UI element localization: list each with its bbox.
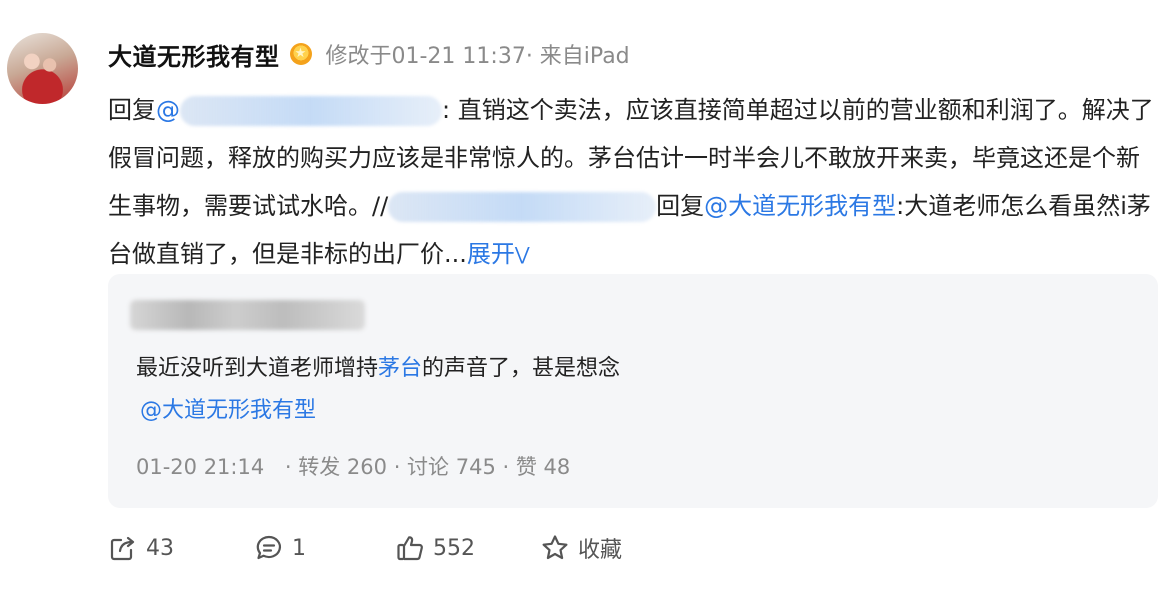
quoted-time: 01-20 21:14 xyxy=(136,455,265,479)
action-bar: 43 1 552 收藏 xyxy=(108,530,1158,566)
like-button[interactable]: 552 xyxy=(395,530,475,566)
vip-badge-icon xyxy=(289,43,312,65)
post-header: 大道无形我有型 修改于01-21 11:37· 来自iPad xyxy=(108,36,630,72)
share-icon xyxy=(110,536,135,561)
mention-link[interactable]: @大道无形我有型 xyxy=(704,192,896,220)
author-avatar[interactable] xyxy=(7,33,78,104)
post-meta: 修改于01-21 11:37· 来自iPad xyxy=(325,44,630,69)
redacted-username xyxy=(180,96,442,126)
comment-count: 1 xyxy=(292,535,306,561)
quote-mention-link[interactable]: @大道无形我有型 xyxy=(140,390,316,432)
reply-prefix: 回复 xyxy=(108,96,156,124)
favorite-button[interactable]: 收藏 xyxy=(540,530,622,566)
share-button[interactable]: 43 xyxy=(108,530,174,566)
like-icon xyxy=(397,536,423,561)
quoted-text: 最近没听到大道老师增持茅台的声音了，甚是想念 xyxy=(136,356,621,381)
redacted-username-2 xyxy=(388,192,657,222)
chevron-down-icon: ⋁ xyxy=(514,244,530,265)
quoted-post[interactable]: 最近没听到大道老师增持茅台的声音了，甚是想念 @大道无形我有型 01-20 21… xyxy=(108,274,1158,508)
share-count: 43 xyxy=(146,535,174,561)
reply-prefix-2: 回复 xyxy=(656,192,705,220)
comment-button[interactable]: 1 xyxy=(254,530,306,566)
quoted-stats: 01-20 21:14 · 转发 260 · 讨论 745 · 赞 48 xyxy=(136,451,570,481)
quoted-comments[interactable]: · 讨论 745 xyxy=(394,455,496,479)
redacted-quote-author xyxy=(130,300,365,330)
star-icon xyxy=(542,535,568,560)
post-body: 回复@: 直销这个卖法，应该直接简单超过以前的营业额和利润了。解决了假冒问题，释… xyxy=(108,86,1163,281)
quoted-likes[interactable]: · 赞 48 xyxy=(503,455,571,479)
comment-icon xyxy=(256,535,281,560)
author-name[interactable]: 大道无形我有型 xyxy=(108,37,280,72)
topic-link[interactable]: 茅台 xyxy=(378,356,422,381)
expand-link[interactable]: 展开⋁ xyxy=(467,240,530,268)
like-count: 552 xyxy=(433,535,475,561)
favorite-label: 收藏 xyxy=(578,538,623,563)
quoted-reposts[interactable]: · 转发 260 xyxy=(285,455,387,479)
mention-link-redacted[interactable]: @ xyxy=(156,96,442,126)
